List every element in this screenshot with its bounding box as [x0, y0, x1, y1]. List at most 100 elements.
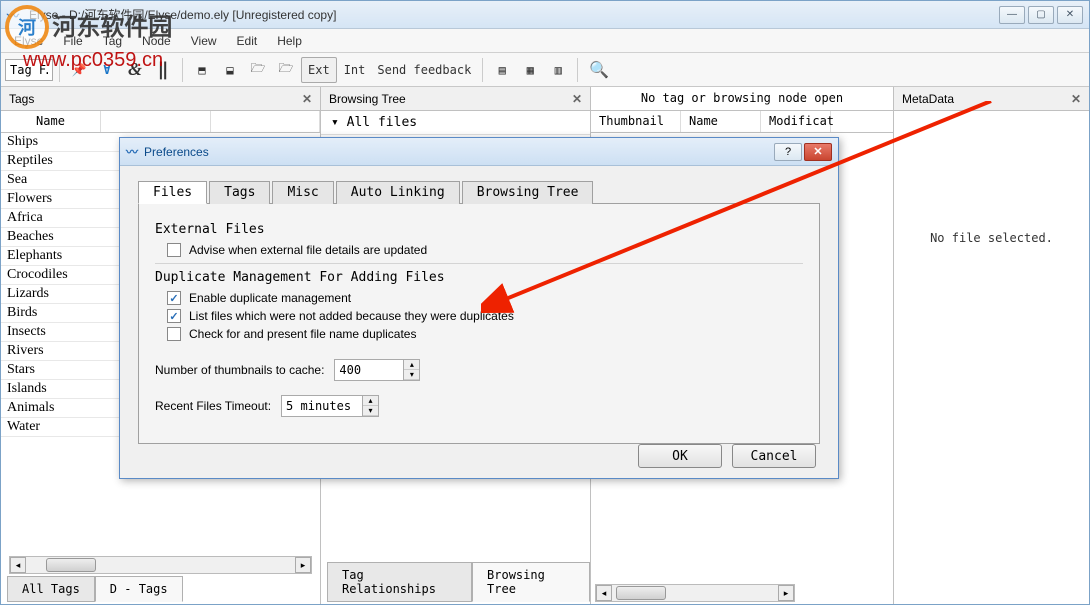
tags-panel-title: Tags — [9, 92, 34, 106]
close-icon[interactable]: ✕ — [1071, 92, 1081, 106]
tab-misc[interactable]: Misc — [272, 181, 333, 204]
export-icon[interactable]: ⬓ — [217, 57, 243, 83]
file-col-name[interactable]: Name — [681, 111, 761, 132]
checkbox-label: List files which were not added because … — [189, 309, 514, 323]
tab-browsing-tree[interactable]: Browsing Tree — [462, 181, 594, 204]
dialog-buttons: OK Cancel — [638, 444, 816, 468]
dialog-title: Preferences — [144, 145, 774, 159]
checkbox-enable-dup[interactable]: Enable duplicate management — [167, 291, 803, 305]
tags-panel-header: Tags ✕ — [1, 87, 321, 110]
spinner-buttons[interactable]: ▴▾ — [404, 359, 420, 381]
chevron-up-icon[interactable]: ▴ — [404, 360, 419, 370]
tag-filter-input[interactable] — [5, 59, 53, 81]
tags-bottom-tabs: All Tags D - Tags — [7, 576, 183, 602]
tab-tag-relationships[interactable]: Tag Relationships — [327, 562, 472, 602]
scroll-left-icon[interactable]: ◂ — [10, 557, 26, 573]
recent-timeout-input[interactable]: 5 minutes — [281, 395, 363, 417]
search-icon[interactable]: 🔍 — [584, 57, 614, 83]
or-icon[interactable]: ‖ — [150, 57, 176, 83]
menu-edit[interactable]: Edit — [228, 31, 267, 51]
browsing-panel-header: Browsing Tree ✕ — [321, 87, 591, 110]
file-col-modified[interactable]: Modificat — [761, 111, 831, 132]
menu-view[interactable]: View — [182, 31, 226, 51]
scroll-thumb[interactable] — [616, 586, 666, 600]
checkbox-icon[interactable] — [167, 291, 181, 305]
menu-file[interactable]: File — [54, 31, 91, 51]
scroll-right-icon[interactable]: ▸ — [295, 557, 311, 573]
thumbnails-cache-input[interactable]: 400 — [334, 359, 404, 381]
spinner-buttons[interactable]: ▴▾ — [363, 395, 379, 417]
window-title: Elyse - D:/河东软件园/Elyse/demo.ely [Unregis… — [29, 6, 999, 23]
tab-auto-linking[interactable]: Auto Linking — [336, 181, 460, 204]
checkbox-icon[interactable] — [167, 309, 181, 323]
browsing-bottom-tabs: Tag Relationships Browsing Tree — [327, 562, 590, 602]
menu-elyse[interactable]: Elyse — [5, 31, 52, 51]
open-icon[interactable]: 🗁 — [245, 57, 271, 83]
tab-d-tags[interactable]: D - Tags — [95, 576, 183, 602]
checkbox-advise-external[interactable]: Advise when external file details are up… — [167, 243, 803, 257]
tab-files[interactable]: Files — [138, 181, 207, 204]
maximize-button[interactable]: ▢ — [1028, 6, 1054, 24]
style-icon[interactable]: Ɐ — [94, 57, 120, 83]
open2-icon[interactable]: 🗁 — [273, 57, 299, 83]
close-button[interactable]: ✕ — [1057, 6, 1083, 24]
chevron-up-icon[interactable]: ▴ — [363, 396, 378, 406]
pin-icon[interactable]: 📌 — [66, 57, 92, 83]
all-files-node[interactable]: ▾ All files — [321, 111, 590, 135]
dialog-tabs: Files Tags Misc Auto Linking Browsing Tr… — [138, 180, 820, 204]
checkbox-label: Enable duplicate management — [189, 291, 351, 305]
close-icon[interactable]: ✕ — [572, 92, 582, 106]
tag-col-2[interactable] — [101, 111, 211, 132]
dialog-close-button[interactable]: ✕ — [804, 143, 832, 161]
grid-view-icon[interactable]: ▦ — [517, 57, 543, 83]
chevron-down-icon[interactable]: ▾ — [363, 406, 378, 416]
duplicate-heading: Duplicate Management For Adding Files — [155, 270, 803, 285]
scroll-right-icon[interactable]: ▸ — [778, 585, 794, 601]
menu-node[interactable]: Node — [133, 31, 180, 51]
no-tag-message: No tag or browsing node open — [591, 87, 894, 110]
ext-button[interactable]: Ext — [301, 57, 337, 83]
scroll-thumb[interactable] — [46, 558, 96, 572]
metadata-panel-title: MetaData — [902, 92, 954, 106]
send-feedback-button[interactable]: Send feedback — [372, 57, 476, 83]
tag-col-name[interactable]: Name — [1, 111, 101, 132]
checkbox-icon[interactable] — [167, 243, 181, 257]
no-file-message: No file selected. — [894, 111, 1089, 245]
chevron-down-icon[interactable]: ▾ — [404, 370, 419, 380]
cancel-button[interactable]: Cancel — [732, 444, 816, 468]
checkbox-check-name-dup[interactable]: Check for and present file name duplicat… — [167, 327, 803, 341]
tab-browsing-tree[interactable]: Browsing Tree — [472, 562, 590, 602]
detail-view-icon[interactable]: ▥ — [545, 57, 571, 83]
minimize-button[interactable]: — — [999, 6, 1025, 24]
checkbox-list-not-added[interactable]: List files which were not added because … — [167, 309, 803, 323]
main-window: 〰 Elyse - D:/河东软件园/Elyse/demo.ely [Unreg… — [0, 0, 1090, 605]
file-columns: Thumbnail Name Modificat — [591, 111, 893, 133]
menu-tag[interactable]: Tag — [94, 31, 131, 51]
close-icon[interactable]: ✕ — [302, 92, 312, 106]
panel-headers-row: Tags ✕ Browsing Tree ✕ No tag or browsin… — [1, 87, 1089, 111]
h-scrollbar[interactable]: ◂ ▸ — [595, 584, 795, 602]
import-icon[interactable]: ⬒ — [189, 57, 215, 83]
int-button[interactable]: Int — [339, 57, 371, 83]
preferences-dialog: 〰 Preferences ? ✕ Files Tags Misc Auto L… — [119, 137, 839, 479]
h-scrollbar[interactable]: ◂ ▸ — [9, 556, 312, 574]
window-controls: — ▢ ✕ — [999, 6, 1083, 24]
list-view-icon[interactable]: ▤ — [489, 57, 515, 83]
tag-col-3[interactable] — [211, 111, 321, 132]
menu-help[interactable]: Help — [268, 31, 311, 51]
app-icon: 〰 — [7, 7, 23, 23]
ampersand-icon[interactable]: & — [122, 57, 148, 83]
external-files-heading: External Files — [155, 222, 803, 237]
file-col-thumbnail[interactable]: Thumbnail — [591, 111, 681, 132]
tags-columns: Name — [1, 111, 320, 133]
tab-all-tags[interactable]: All Tags — [7, 576, 95, 602]
help-button[interactable]: ? — [774, 143, 802, 161]
tab-tags[interactable]: Tags — [209, 181, 270, 204]
metadata-panel: No file selected. — [894, 111, 1089, 604]
scroll-left-icon[interactable]: ◂ — [596, 585, 612, 601]
menu-bar: Elyse File Tag Node View Edit Help — [1, 29, 1089, 53]
checkbox-icon[interactable] — [167, 327, 181, 341]
separator-icon — [577, 58, 578, 82]
tab-content: External Files Advise when external file… — [138, 204, 820, 444]
ok-button[interactable]: OK — [638, 444, 722, 468]
